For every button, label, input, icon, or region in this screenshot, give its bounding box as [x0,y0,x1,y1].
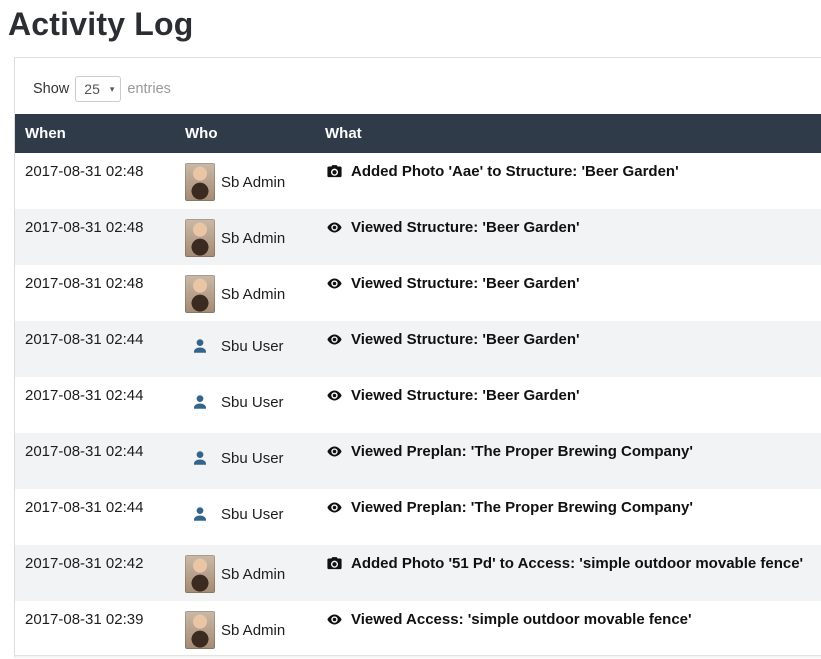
cell-what: Viewed Structure: 'Beer Garden' [317,209,821,265]
table-length-control: Show 25 ▾ entries [15,58,821,114]
cell-what: Viewed Structure: 'Beer Garden' [317,265,821,321]
cell-what: Added Photo '51 Pd' to Access: 'simple o… [317,545,821,601]
cell-who: Sb Admin [177,209,317,265]
what-text: Viewed Structure: 'Beer Garden' [351,387,580,404]
cell-who: Sb Admin [177,601,317,657]
eye-icon [325,331,343,348]
table-row: 2017-08-31 02:48 Sb Admin Viewed Structure… [15,265,821,321]
activity-log-table: When Who What 2017-08-31 02:48 Sb Admin Ad… [15,114,821,657]
cell-when: 2017-08-31 02:44 [15,433,177,489]
cell-what: Viewed Preplan: 'The Proper Brewing Comp… [317,433,821,489]
eye-icon [325,219,343,236]
page-title: Activity Log [0,0,821,57]
user-icon [185,443,215,473]
table-row: 2017-08-31 02:42 Sb Admin Added Photo '51 … [15,545,821,601]
what-text: Added Photo '51 Pd' to Access: 'simple o… [351,555,803,572]
table-row: 2017-08-31 02:44 Sbu User Viewed Structure… [15,377,821,433]
user-icon [185,331,215,361]
cell-when: 2017-08-31 02:48 [15,209,177,265]
page-length-select[interactable]: 25 ▾ [75,76,121,102]
user-icon [185,387,215,417]
what-text: Viewed Structure: 'Beer Garden' [351,219,580,236]
eye-icon [325,611,343,628]
cell-when: 2017-08-31 02:44 [15,321,177,377]
what-text: Added Photo 'Aae' to Structure: 'Beer Ga… [351,163,679,180]
user-avatar [185,163,215,201]
col-header-when[interactable]: When [15,114,177,153]
panel-shadow [15,655,821,657]
cell-who: Sb Admin [177,545,317,601]
cell-who: Sbu User [177,321,317,377]
who-name: Sbu User [221,450,284,467]
col-header-what[interactable]: What [317,114,821,153]
cell-what: Viewed Preplan: 'The Proper Brewing Comp… [317,489,821,545]
who-name: Sb Admin [221,566,285,583]
activity-log-panel: Show 25 ▾ entries When Who What 2017-08-… [14,57,821,657]
cell-when: 2017-08-31 02:48 [15,153,177,209]
what-text: Viewed Structure: 'Beer Garden' [351,275,580,292]
cell-what: Viewed Structure: 'Beer Garden' [317,377,821,433]
table-row: 2017-08-31 02:44 Sbu User Viewed Preplan: … [15,433,821,489]
camera-icon [325,555,343,572]
cell-what: Viewed Access: 'simple outdoor movable f… [317,601,821,657]
user-avatar [185,219,215,257]
what-text: Viewed Structure: 'Beer Garden' [351,331,580,348]
cell-what: Added Photo 'Aae' to Structure: 'Beer Ga… [317,153,821,209]
eye-icon [325,443,343,460]
chevron-down-icon: ▾ [110,84,115,95]
who-name: Sb Admin [221,286,285,303]
entries-label: entries [127,81,171,97]
who-name: Sbu User [221,338,284,355]
show-label: Show [33,81,69,97]
camera-icon [325,163,343,180]
cell-who: Sbu User [177,433,317,489]
cell-when: 2017-08-31 02:44 [15,377,177,433]
cell-when: 2017-08-31 02:39 [15,601,177,657]
col-header-who[interactable]: Who [177,114,317,153]
cell-who: Sb Admin [177,153,317,209]
who-name: Sbu User [221,506,284,523]
user-avatar [185,611,215,649]
cell-when: 2017-08-31 02:42 [15,545,177,601]
cell-when: 2017-08-31 02:48 [15,265,177,321]
what-text: Viewed Preplan: 'The Proper Brewing Comp… [351,499,693,516]
eye-icon [325,499,343,516]
who-name: Sb Admin [221,622,285,639]
cell-who: Sbu User [177,377,317,433]
who-name: Sbu User [221,394,284,411]
table-row: 2017-08-31 02:48 Sb Admin Added Photo 'Aae… [15,153,821,209]
table-row: 2017-08-31 02:44 Sbu User Viewed Structure… [15,321,821,377]
what-text: Viewed Access: 'simple outdoor movable f… [351,611,692,628]
table-row: 2017-08-31 02:44 Sbu User Viewed Preplan: … [15,489,821,545]
cell-who: Sbu User [177,489,317,545]
cell-when: 2017-08-31 02:44 [15,489,177,545]
user-avatar [185,275,215,313]
who-name: Sb Admin [221,174,285,191]
cell-who: Sb Admin [177,265,317,321]
table-row: 2017-08-31 02:48 Sb Admin Viewed Structure… [15,209,821,265]
what-text: Viewed Preplan: 'The Proper Brewing Comp… [351,443,693,460]
user-icon [185,499,215,529]
eye-icon [325,275,343,292]
cell-what: Viewed Structure: 'Beer Garden' [317,321,821,377]
page-length-value: 25 [84,81,100,97]
eye-icon [325,387,343,404]
user-avatar [185,555,215,593]
table-row: 2017-08-31 02:39 Sb Admin Viewed Access: '… [15,601,821,657]
who-name: Sb Admin [221,230,285,247]
